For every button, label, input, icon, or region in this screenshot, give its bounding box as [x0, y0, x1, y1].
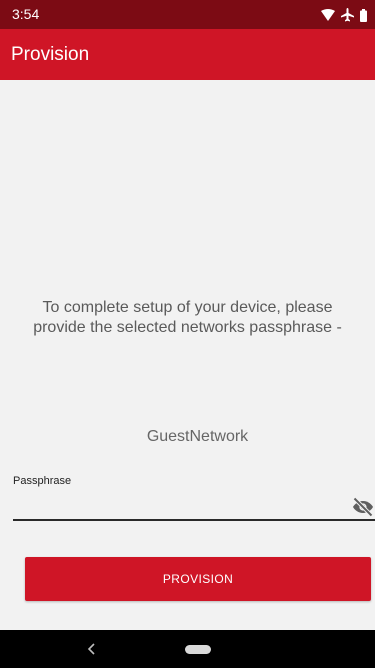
passphrase-label: Passphrase [13, 475, 72, 487]
wifi-icon [321, 9, 335, 21]
app-bar: Provision [0, 29, 375, 80]
back-icon[interactable] [86, 640, 98, 658]
home-pill-icon[interactable] [185, 645, 211, 654]
eye-off-icon [353, 497, 373, 517]
password-visibility-toggle[interactable] [351, 495, 375, 519]
page-title: Provision [11, 44, 90, 65]
provision-button[interactable]: PROVISION [25, 557, 371, 601]
status-bar: 3:54 [0, 0, 375, 29]
battery-icon [360, 8, 367, 22]
airplane-mode-icon [341, 8, 354, 22]
status-time: 3:54 [12, 6, 40, 22]
status-icons [321, 7, 367, 23]
setup-instructions: To complete setup of your device, please… [33, 299, 342, 336]
navigation-bar [0, 630, 375, 668]
passphrase-underline [13, 519, 375, 521]
passphrase-input[interactable] [13, 493, 333, 519]
selected-network-name: GuestNetwork [146, 428, 249, 445]
